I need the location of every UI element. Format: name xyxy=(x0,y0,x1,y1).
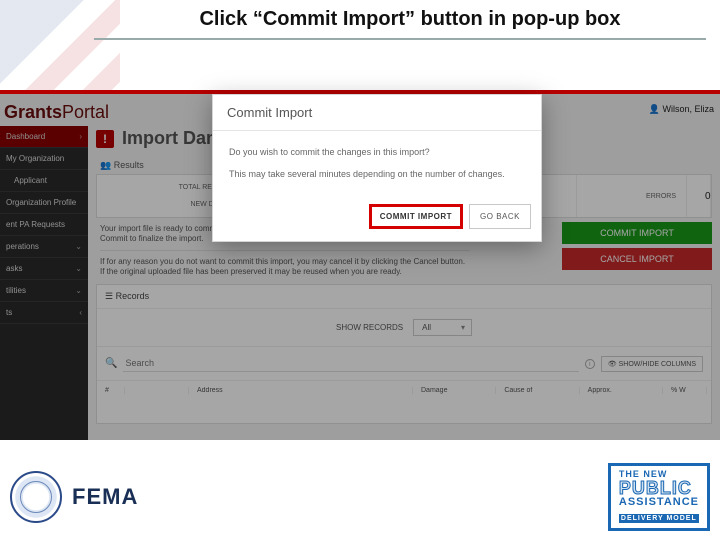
slide-title: Click “Commit Import” button in pop-up b… xyxy=(0,8,720,31)
modal-commit-import-button[interactable]: COMMIT IMPORT xyxy=(369,204,463,229)
title-rule xyxy=(94,38,706,40)
modal-body: Do you wish to commit the changes in thi… xyxy=(213,131,541,196)
modal-line2: This may take several minutes depending … xyxy=(229,167,525,181)
new-pa-delivery-model-logo: THE NEW PUBLIC ASSISTANCE DELIVERY MODEL xyxy=(608,463,710,531)
commit-import-modal: Commit Import Do you wish to commit the … xyxy=(212,94,542,242)
fema-wordmark: FEMA xyxy=(72,484,138,510)
slide-footer: FEMA THE NEW PUBLIC ASSISTANCE DELIVERY … xyxy=(10,460,710,534)
screenshot-area: GrantsPortal 👤 Wilson, Eliza Dashboard› … xyxy=(0,90,720,440)
dhs-seal-icon xyxy=(10,471,62,523)
modal-footer: COMMIT IMPORT GO BACK xyxy=(213,196,541,241)
modal-go-back-button[interactable]: GO BACK xyxy=(469,204,531,229)
modal-title: Commit Import xyxy=(213,95,541,131)
modal-line1: Do you wish to commit the changes in thi… xyxy=(229,145,525,159)
fema-lockup: FEMA xyxy=(10,471,138,523)
